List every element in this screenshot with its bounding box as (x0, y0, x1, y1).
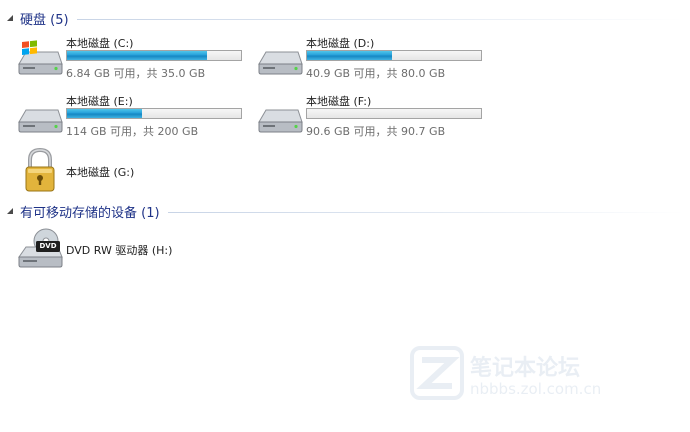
drive-name: 本地磁盘 (F:) (306, 95, 372, 108)
capacity-bar (306, 108, 482, 119)
drive-name: 本地磁盘 (D:) (306, 37, 375, 50)
drive-tile-c[interactable]: 本地磁盘 (C:) 6.84 GB 可用，共 35.0 GB (16, 34, 251, 86)
collapse-arrow-icon[interactable] (4, 205, 16, 217)
collapse-arrow-icon[interactable] (4, 12, 16, 24)
group-divider (167, 211, 684, 213)
dvd-badge-label: DVD (39, 242, 57, 250)
windows-drive-icon (16, 34, 64, 82)
drive-free-space: 90.6 GB 可用，共 90.7 GB (306, 125, 446, 138)
group-header-hard-disks[interactable]: 硬盘 (5) (4, 8, 684, 28)
hard-drive-icon (256, 92, 304, 140)
locked-drive-icon (16, 146, 64, 194)
capacity-bar (66, 108, 242, 119)
capacity-bar-fill (67, 109, 142, 118)
hard-drive-icon (16, 92, 64, 140)
drive-name: 本地磁盘 (G:) (66, 166, 135, 179)
watermark: 笔记本论坛 nbbbs.zol.com.cn (410, 342, 660, 412)
capacity-bar (306, 50, 482, 61)
watermark-url: nbbbs.zol.com.cn (470, 380, 602, 398)
drive-free-space: 114 GB 可用，共 200 GB (66, 125, 199, 138)
capacity-bar (66, 50, 242, 61)
capacity-bar-fill (67, 51, 208, 60)
watermark-logo-icon (410, 346, 464, 400)
drive-free-space: 6.84 GB 可用，共 35.0 GB (66, 67, 206, 80)
group-title: 有可移动存储的设备 (1) (20, 205, 160, 221)
watermark-title: 笔记本论坛 (470, 356, 581, 381)
drive-name: 本地磁盘 (C:) (66, 37, 134, 50)
group-title: 硬盘 (5) (20, 12, 69, 28)
drive-tile-d[interactable]: 本地磁盘 (D:) 40.9 GB 可用，共 80.0 GB (256, 34, 491, 86)
drive-free-space: 40.9 GB 可用，共 80.0 GB (306, 67, 446, 80)
dvd-drive-icon: DVD (16, 225, 64, 273)
drive-tile-g[interactable]: 本地磁盘 (G:) (16, 146, 251, 198)
group-header-removable[interactable]: 有可移动存储的设备 (1) (4, 201, 684, 221)
drive-name: 本地磁盘 (E:) (66, 95, 133, 108)
drive-tile-h[interactable]: DVD DVD RW 驱动器 (H:) (16, 225, 251, 277)
drive-tile-e[interactable]: 本地磁盘 (E:) 114 GB 可用，共 200 GB (16, 92, 251, 144)
capacity-bar-fill (307, 51, 393, 60)
hard-drive-icon (256, 34, 304, 82)
drive-name: DVD RW 驱动器 (H:) (66, 244, 173, 257)
drive-tile-f[interactable]: 本地磁盘 (F:) 90.6 GB 可用，共 90.7 GB (256, 92, 491, 144)
group-divider (76, 18, 684, 20)
